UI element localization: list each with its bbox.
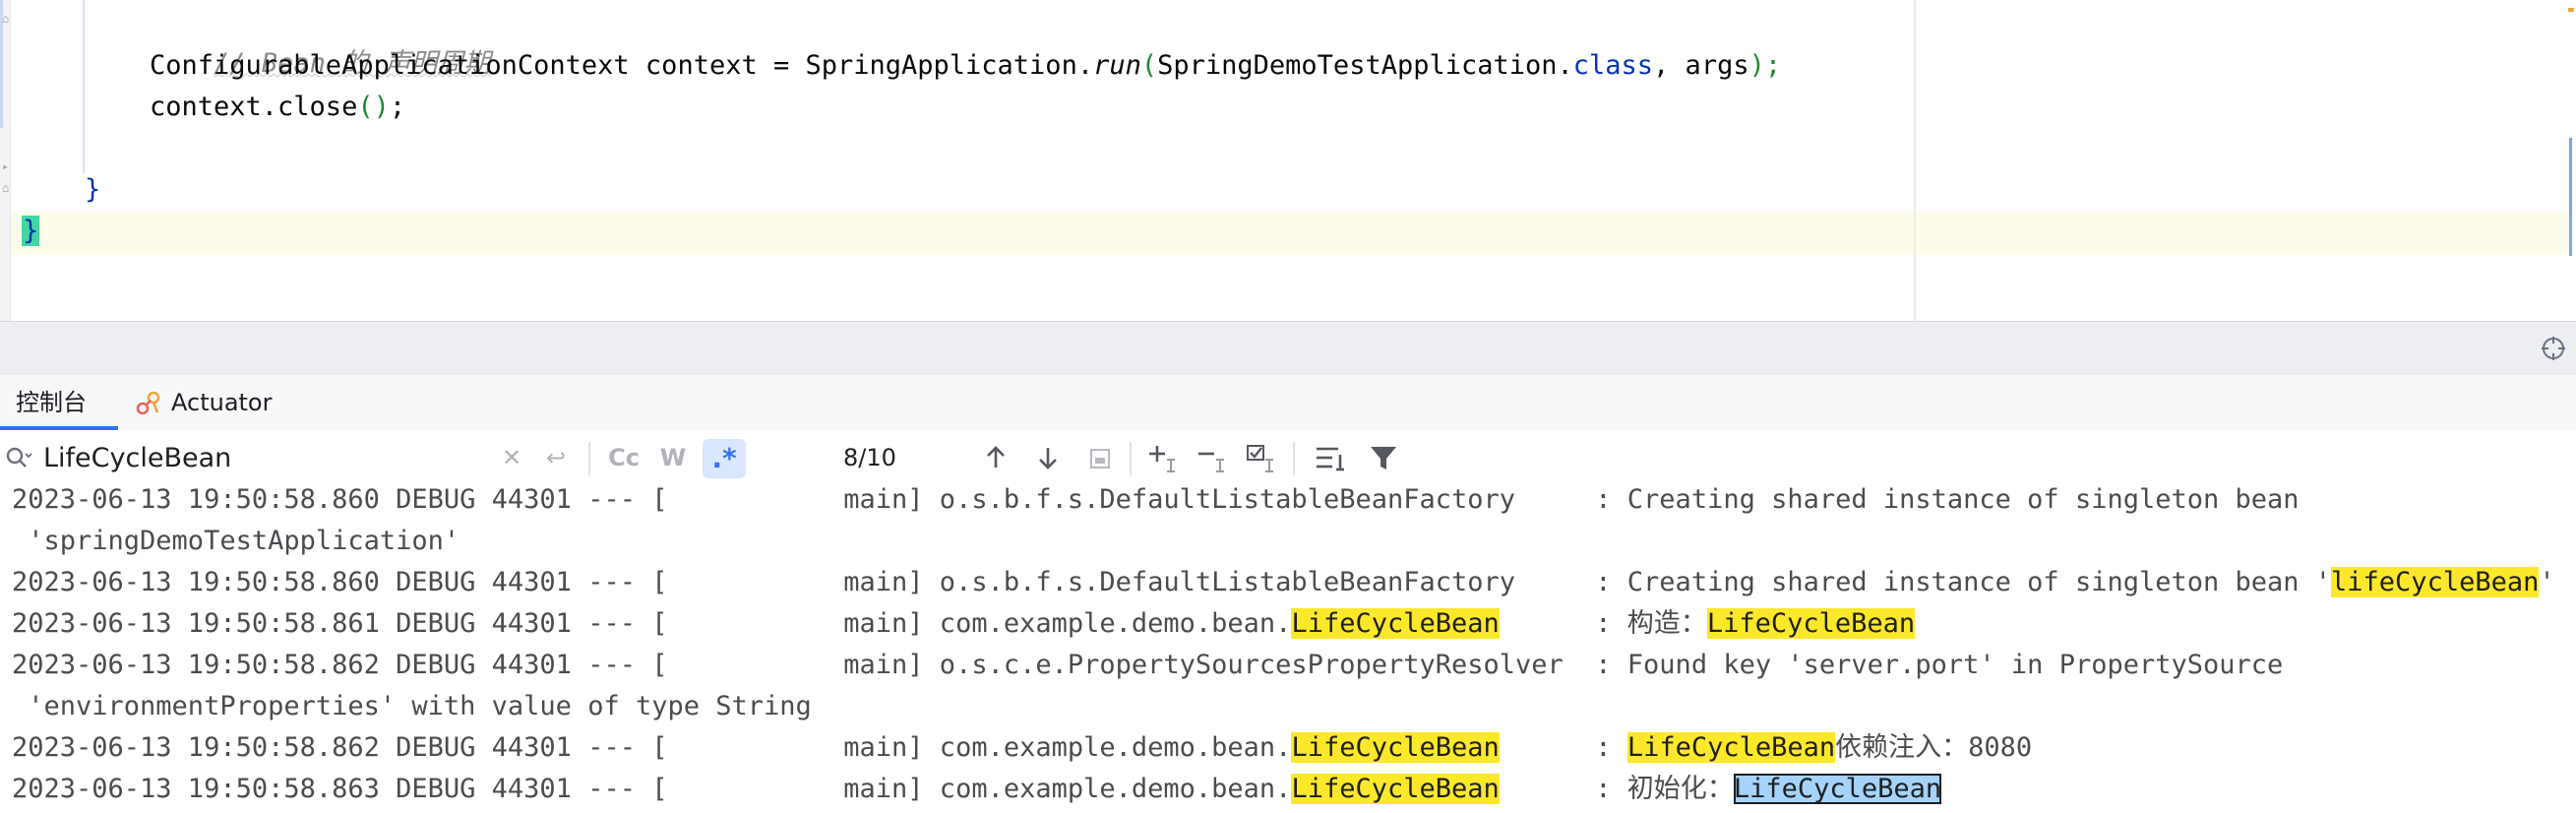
new-line-icon[interactable]: ↩ xyxy=(541,442,571,473)
search-match: LifeCycleBean xyxy=(1626,732,1836,763)
console-output[interactable]: 2023-06-13 19:50:58.860 DEBUG 44301 --- … xyxy=(0,486,2576,813)
log-line: 2023-06-13 19:50:58.860 DEBUG 44301 --- … xyxy=(12,486,2300,521)
log-text: : 初始化： xyxy=(1499,774,1734,804)
crosshair-icon[interactable] xyxy=(2541,336,2566,361)
toolbar-separator xyxy=(588,442,590,475)
log-text: 依赖注入：8080 xyxy=(1835,732,2033,763)
class-close-line[interactable]: } xyxy=(22,212,40,251)
right-margin-guide xyxy=(1914,0,1916,321)
search-match: LifeCycleBean xyxy=(1291,774,1500,804)
log-text: 2023-06-13 19:50:58.862 DEBUG 44301 --- … xyxy=(12,650,2284,680)
code-keyword: class xyxy=(1572,50,1654,81)
log-line: 'environmentProperties' with value of ty… xyxy=(12,686,812,727)
clear-search-icon[interactable]: ✕ xyxy=(498,442,525,473)
log-line: 2023-06-13 19:50:58.863 DEBUG 44301 --- … xyxy=(12,769,1942,810)
code-token: SpringDemoTestApplication. xyxy=(1157,50,1573,81)
add-occurrence-icon[interactable] xyxy=(1145,440,1181,475)
log-text: 'environmentProperties' with value of ty… xyxy=(12,691,812,721)
search-match: lifeCycleBean xyxy=(2331,567,2540,597)
next-occurrence-icon[interactable] xyxy=(1030,440,1066,475)
tab-console[interactable]: 控制台 xyxy=(16,375,87,430)
previous-occurrence-icon[interactable] xyxy=(978,440,1013,475)
log-text: : xyxy=(1499,732,1627,763)
code-token: context = SpringApplication. xyxy=(629,50,1094,81)
log-line: 2023-06-13 19:50:58.861 DEBUG 44301 --- … xyxy=(12,603,1916,645)
actuator-icon xyxy=(136,391,160,415)
tab-actuator[interactable]: Actuator xyxy=(134,375,272,430)
remove-occurrence-icon[interactable] xyxy=(1195,440,1230,475)
log-text: 2023-06-13 19:50:58.862 DEBUG 44301 --- … xyxy=(12,732,1292,763)
console-search-bar: ✕ ↩ Cc W .* 8/10 xyxy=(0,430,2576,487)
toolbar-separator xyxy=(1130,442,1132,475)
log-text: : 构造： xyxy=(1499,608,1707,639)
match-case-button[interactable]: Cc xyxy=(604,442,644,473)
current-search-match: LifeCycleBean xyxy=(1733,774,1942,804)
code-paren: () xyxy=(357,92,390,122)
search-match: LifeCycleBean xyxy=(1291,732,1500,763)
code-token: context.close xyxy=(150,92,358,122)
log-text: 'springDemoTestApplication' xyxy=(12,526,460,556)
tool-window-tabs: 控制台 Actuator xyxy=(0,375,2576,431)
editor-scrollbar-marker[interactable] xyxy=(2569,138,2572,256)
log-line: 'springDemoTestApplication' xyxy=(12,521,460,562)
whole-words-button[interactable]: W xyxy=(655,442,691,473)
code-editor[interactable]: ⌂ ▸ ⌂ // Bean 的 声明周期 ConfigurableApplica… xyxy=(0,0,2576,321)
code-paren: ( xyxy=(1140,50,1158,81)
class-close-brace: } xyxy=(22,216,40,246)
code-line-run[interactable]: ConfigurableApplicationContext context =… xyxy=(150,46,1781,86)
toolbar-separator xyxy=(1293,442,1295,475)
fold-arrow-icon[interactable]: ▸ xyxy=(2,159,14,173)
tab-label: Actuator xyxy=(171,389,273,416)
search-match: LifeCycleBean xyxy=(1291,608,1500,639)
fold-icon[interactable]: ⌂ xyxy=(2,181,14,195)
log-text: 2023-06-13 19:50:58.860 DEBUG 44301 --- … xyxy=(12,567,2332,597)
tab-label: 控制台 xyxy=(16,389,87,416)
code-token: , args xyxy=(1653,50,1749,81)
log-text: ' xyxy=(2539,567,2555,597)
log-text: 2023-06-13 19:50:58.860 DEBUG 44301 --- … xyxy=(12,486,2300,515)
code-line-close[interactable]: context.close(); xyxy=(150,88,405,127)
current-line-highlight xyxy=(11,212,2569,255)
code-paren: ); xyxy=(1748,50,1782,81)
indent-guide xyxy=(83,0,85,173)
code-type: ConfigurableApplicationContext xyxy=(150,50,630,81)
log-text: 2023-06-13 19:50:58.861 DEBUG 44301 --- … xyxy=(12,608,1292,639)
code-token: ; xyxy=(389,92,406,122)
search-icon[interactable] xyxy=(4,445,33,470)
regex-button[interactable]: .* xyxy=(703,439,746,478)
match-count: 8/10 xyxy=(843,444,896,471)
fold-icon[interactable]: ⌂ xyxy=(2,12,14,26)
filter-icon[interactable] xyxy=(1366,440,1401,475)
filter-lines-icon[interactable] xyxy=(1313,440,1348,475)
code-method: run xyxy=(1093,50,1141,81)
log-line: 2023-06-13 19:50:58.860 DEBUG 44301 --- … xyxy=(12,562,2555,603)
method-close-brace[interactable]: } xyxy=(85,170,100,210)
log-text: 2023-06-13 19:50:58.863 DEBUG 44301 --- … xyxy=(12,774,1292,804)
log-line: 2023-06-13 19:50:58.862 DEBUG 44301 --- … xyxy=(12,727,2032,769)
toggle-selection-icon[interactable] xyxy=(1244,440,1279,475)
select-all-occurrences-icon[interactable] xyxy=(1082,440,1118,475)
editor-gutter: ⌂ ▸ ⌂ xyxy=(0,0,11,321)
search-match: LifeCycleBean xyxy=(1706,608,1916,639)
search-input[interactable] xyxy=(43,440,496,475)
tool-window-splitter[interactable] xyxy=(0,321,2576,376)
log-line: 2023-06-13 19:50:58.862 DEBUG 44301 --- … xyxy=(12,645,2283,686)
warning-marker[interactable] xyxy=(2568,8,2574,12)
